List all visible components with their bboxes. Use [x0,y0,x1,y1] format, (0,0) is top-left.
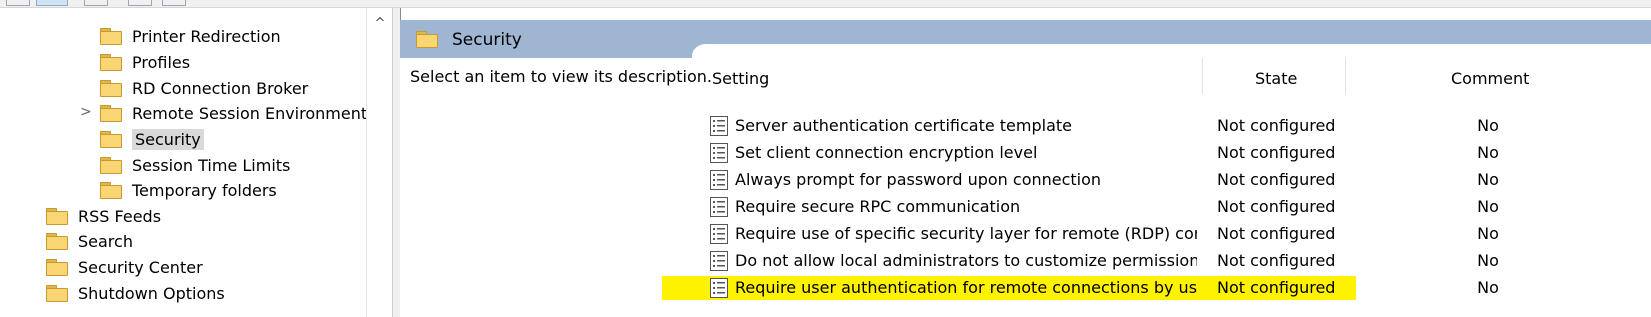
tree-item-label: Shutdown Options [78,283,225,303]
toolbar [0,0,1651,8]
table-row[interactable]: Require use of specific security layer f… [702,222,1651,249]
table-row[interactable]: Server authentication certificate templa… [702,114,1651,141]
column-header-state[interactable]: State [1255,66,1297,90]
policy-setting-icon [710,197,728,217]
setting-name: Set client connection encryption level [735,143,1038,162]
setting-name: Always prompt for password upon connecti… [735,170,1102,189]
tree-item-profiles[interactable]: Profiles [100,50,190,74]
folder-icon [100,156,122,174]
policy-setting-icon [710,278,728,298]
tree-item-label: Search [78,231,133,251]
tree-item-label: RD Connection Broker [132,78,309,98]
table-row[interactable]: Set client connection encryption level N… [702,141,1651,168]
folder-icon [46,232,68,250]
toolbar-button[interactable] [6,0,30,6]
tree-item-search[interactable]: Search [46,229,133,253]
folder-icon [100,79,122,97]
tree-item-label: Security [132,128,204,150]
header-decoration [692,44,1651,58]
policy-setting-icon [710,116,728,136]
column-header-comment[interactable]: Comment [1451,66,1529,90]
setting-state: Not configured [1217,278,1336,297]
tree-item-label: Session Time Limits [132,155,291,175]
pane-title: Security [452,30,522,50]
table-row[interactable]: Always prompt for password upon connecti… [702,168,1651,195]
setting-comment: No [1477,143,1499,162]
tree-item-label: Profiles [132,52,191,72]
setting-state: Not configured [1217,251,1336,270]
folder-icon [46,207,68,225]
setting-state: Not configured [1217,143,1336,162]
setting-comment: No [1477,251,1499,270]
folder-icon [100,130,122,148]
folder-icon [100,181,122,199]
table-row-highlighted[interactable]: Require user authentication for remote c… [662,276,1651,303]
tree-item-label: Printer Redirection [132,26,281,46]
folder-icon [100,27,122,45]
setting-name: Require use of specific security layer f… [735,224,1197,243]
settings-table: Setting State Comment Server authenticat… [662,58,1651,317]
details-pane: Security Select an item to view its desc… [400,20,1651,317]
tree-item-label: Remote Session Environment [132,103,368,123]
toolbar-button[interactable] [128,0,152,6]
chevron-right-icon[interactable]: > [80,104,92,120]
setting-state: Not configured [1217,170,1336,189]
policy-setting-icon [710,224,728,244]
tree-item-security-center[interactable]: Security Center [46,255,203,279]
toolbar-button[interactable] [162,0,186,6]
navigation-tree: Printer Redirection Profiles RD Connecti… [0,8,392,317]
toolbar-button[interactable] [84,0,108,6]
setting-comment: No [1477,116,1499,135]
policy-setting-icon [710,251,728,271]
setting-comment: No [1477,170,1499,189]
tree-item-rss-feeds[interactable]: RSS Feeds [46,204,161,228]
pane-header: Security [400,20,1651,58]
tree-scrollbar[interactable]: ^ [366,8,393,317]
tree-item-remote-session-environment[interactable]: Remote Session Environment [100,101,367,125]
tree-item-session-time-limits[interactable]: Session Time Limits [100,153,290,177]
setting-name: Server authentication certificate templa… [735,116,1072,135]
policy-setting-icon [710,143,728,163]
folder-icon [100,53,122,71]
folder-icon [46,258,68,276]
setting-name: Require user authentication for remote c… [735,278,1197,297]
setting-name: Do not allow local administrators to cus… [735,251,1197,270]
column-divider[interactable] [1202,58,1203,94]
description-text: Select an item to view its description. [410,67,712,86]
folder-icon [416,31,438,48]
setting-name: Require secure RPC communication [735,197,1021,216]
setting-comment: No [1477,278,1499,297]
table-row[interactable]: Require secure RPC communication Not con… [702,195,1651,222]
tree-item-shutdown-options[interactable]: Shutdown Options [46,281,225,305]
setting-state: Not configured [1217,116,1336,135]
setting-comment: No [1477,197,1499,216]
tree-item-security[interactable]: Security [100,127,204,151]
tree-item-printer-redirection[interactable]: Printer Redirection [100,24,281,48]
tree-item-label: Security Center [78,257,203,277]
folder-icon [100,104,122,122]
tree-item-label: Temporary folders [132,180,277,200]
folder-icon [46,284,68,302]
table-row[interactable]: Do not allow local administrators to cus… [702,249,1651,276]
setting-state: Not configured [1217,197,1336,216]
setting-state: Not configured [1217,224,1336,243]
setting-comment: No [1477,224,1499,243]
scroll-up-icon[interactable]: ^ [367,16,393,31]
toolbar-button[interactable] [36,0,68,6]
tree-item-temporary-folders[interactable]: Temporary folders [100,178,277,202]
column-divider[interactable] [1345,58,1346,94]
policy-setting-icon [710,170,728,190]
tree-item-label: RSS Feeds [78,206,162,226]
column-header-setting[interactable]: Setting [712,66,769,90]
tree-item-rd-connection-broker[interactable]: RD Connection Broker [100,76,308,100]
